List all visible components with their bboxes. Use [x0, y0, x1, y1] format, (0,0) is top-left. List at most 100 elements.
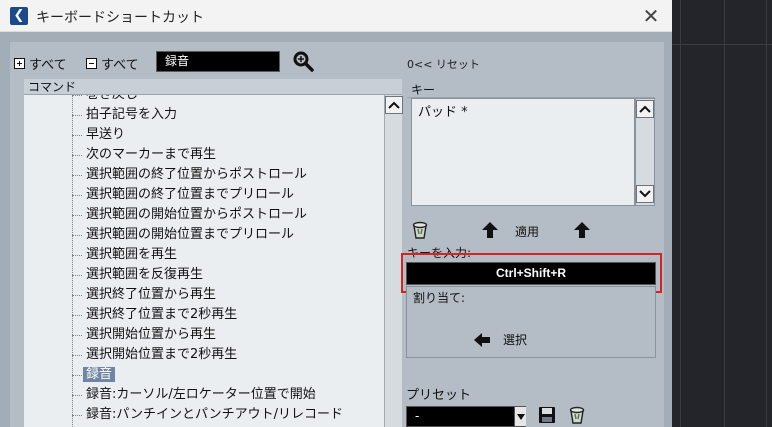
expand-all-button[interactable]: すべて	[14, 54, 67, 73]
save-icon[interactable]	[538, 406, 556, 424]
host-app-background	[672, 0, 772, 427]
key-actions-row: 適用	[407, 218, 657, 242]
app-icon: ❮	[10, 7, 28, 25]
arrow-left-icon	[474, 332, 490, 347]
command-scrollbar[interactable]	[384, 95, 403, 427]
chevron-up-icon	[639, 105, 651, 113]
tree-guide-line	[72, 395, 82, 396]
tree-guide-line	[72, 215, 82, 216]
tree-guide-line	[72, 95, 82, 96]
command-tree-item-label: 早送り	[86, 127, 126, 142]
tree-guide-line	[72, 375, 82, 376]
tree-guide-line	[72, 95, 73, 427]
key-scroll-down-button[interactable]	[636, 185, 654, 203]
tree-guide-line	[72, 135, 82, 136]
key-list[interactable]: パッド *	[411, 98, 635, 206]
dialog-content: すべて すべて 録音 コマンド 巻き戻し拍子記号を入力早送り次のマーカーまで再生…	[10, 42, 664, 427]
command-tree-item-label: 選択範囲の終了位置までプリロール	[86, 187, 295, 202]
command-tree-item[interactable]: 選択終了位置から再生	[72, 285, 217, 305]
preset-dropdown-button[interactable]	[514, 407, 526, 426]
arrow-up-icon[interactable]	[573, 221, 591, 239]
command-tree-item-label: 拍子記号を入力	[86, 107, 178, 122]
command-tree-item-label: 録音:カーソル/左ロケーター位置で開始	[86, 387, 316, 402]
key-input-label: キーを入力:	[407, 246, 472, 260]
key-scroll-up-button[interactable]	[636, 100, 654, 118]
arrow-up-icon[interactable]	[481, 221, 499, 239]
collapse-all-label: すべて	[101, 58, 139, 73]
reset-button[interactable]: 0<< リセット	[407, 56, 480, 72]
command-tree-item-label: 選択開始位置から再生	[86, 327, 217, 342]
command-tree-item[interactable]: 選択範囲の終了位置からポストロール	[72, 165, 308, 185]
tree-guide-line	[72, 335, 82, 336]
command-tree-item-label: 録音	[83, 367, 116, 382]
command-tree-item-label: 選択範囲の終了位置からポストロール	[86, 167, 308, 182]
tree-guide-line	[72, 235, 82, 236]
command-tree-item-label: 選択開始位置まで2秒再生	[86, 347, 238, 362]
assigned-label: 割り当て:	[413, 291, 466, 305]
toolbar: すべて すべて 録音	[10, 42, 664, 76]
command-tree-item[interactable]: 拍子記号を入力	[72, 105, 178, 125]
preset-label: プリセット	[406, 388, 472, 403]
select-label: 選択	[503, 333, 528, 347]
tree-guide-line	[72, 175, 82, 176]
tree-guide-line	[72, 415, 82, 416]
close-button[interactable]: ✕	[636, 3, 666, 29]
trash-icon[interactable]	[411, 220, 429, 240]
command-tree-item-label: 録音:パンチインとパンチアウト/リレコード	[86, 407, 344, 422]
tree-guide-line	[72, 275, 82, 276]
command-tree-item-label: 選択終了位置まで2秒再生	[86, 307, 238, 322]
command-tree-item[interactable]: 選択範囲の終了位置までプリロール	[72, 185, 295, 205]
chevron-down-icon	[639, 190, 651, 198]
command-tree-item[interactable]: 選択開始位置まで2秒再生	[72, 345, 238, 365]
scroll-up-button[interactable]	[385, 96, 403, 114]
title-bar: ❮ キーボードショートカット ✕	[0, 0, 672, 32]
tree-guide-line	[72, 255, 82, 256]
tree-guide-line	[72, 355, 82, 356]
collapse-icon	[86, 58, 97, 69]
command-tree-item[interactable]: 選択範囲の開始位置までプリロール	[72, 225, 295, 245]
command-tree-item-label: 選択終了位置から再生	[86, 287, 217, 302]
command-tree-item[interactable]: 録音	[72, 365, 116, 385]
command-tree-item[interactable]: 選択範囲の開始位置からポストロール	[72, 205, 308, 225]
tree-guide-line	[72, 195, 82, 196]
collapse-all-button[interactable]: すべて	[86, 54, 139, 73]
trash-icon[interactable]	[568, 405, 586, 425]
command-tree[interactable]: 巻き戻し拍子記号を入力早送り次のマーカーまで再生選択範囲の終了位置からポストロー…	[24, 95, 384, 427]
command-tree-item-label: 選択範囲を反復再生	[86, 267, 204, 282]
command-tree-item[interactable]: 巻き戻し	[72, 95, 138, 105]
command-tree-item[interactable]: 早送り	[72, 125, 126, 145]
expand-icon	[14, 58, 25, 69]
chevron-down-icon	[516, 413, 525, 420]
tree-guide-line	[72, 295, 82, 296]
key-list-item[interactable]: パッド *	[418, 101, 628, 120]
tree-guide-line	[72, 315, 82, 316]
command-tree-item-label: 巻き戻し	[86, 95, 138, 102]
key-list-scrollbar[interactable]	[635, 98, 655, 206]
command-tree-item[interactable]: 選択範囲を再生	[72, 245, 178, 265]
command-tree-item[interactable]: 録音:パンチインとパンチアウト/リレコード	[72, 405, 344, 425]
command-tree-item-label: 次のマーカーまで再生	[86, 147, 217, 162]
command-tree-item-label: 選択範囲の開始位置からポストロール	[86, 207, 308, 222]
command-tree-item-label: 選択範囲を再生	[86, 247, 178, 262]
select-button[interactable]: 選択	[473, 331, 527, 348]
tree-guide-line	[72, 115, 82, 116]
key-column-header: キー	[407, 82, 655, 98]
tree-guide-line	[72, 155, 82, 156]
search-icon[interactable]	[292, 50, 314, 72]
command-tree-item[interactable]: 選択開始位置から再生	[72, 325, 217, 345]
command-tree-item-label: 選択範囲の開始位置までプリロール	[86, 227, 295, 242]
command-column-header: コマンド	[24, 79, 402, 95]
chevron-up-icon	[388, 101, 400, 109]
preset-select[interactable]: -	[406, 406, 526, 427]
apply-label[interactable]: 適用	[515, 223, 539, 240]
key-input-field[interactable]: Ctrl+Shift+R	[406, 262, 656, 285]
assigned-box: 割り当て: 選択	[406, 286, 656, 358]
keyboard-shortcuts-dialog: ❮ キーボードショートカット ✕ すべて すべて 録音 コマンド 拍子記号を入力…	[0, 0, 672, 427]
command-tree-item[interactable]: 選択範囲を反復再生	[72, 265, 204, 285]
window-title: キーボードショートカット	[36, 10, 204, 26]
command-tree-item[interactable]: 録音:カーソル/左ロケーター位置で開始	[72, 385, 316, 405]
command-tree-item[interactable]: 選択終了位置まで2秒再生	[72, 305, 238, 325]
command-tree-item[interactable]: 次のマーカーまで再生	[72, 145, 217, 165]
expand-all-label: すべて	[29, 58, 67, 73]
search-input[interactable]: 録音	[156, 51, 280, 72]
